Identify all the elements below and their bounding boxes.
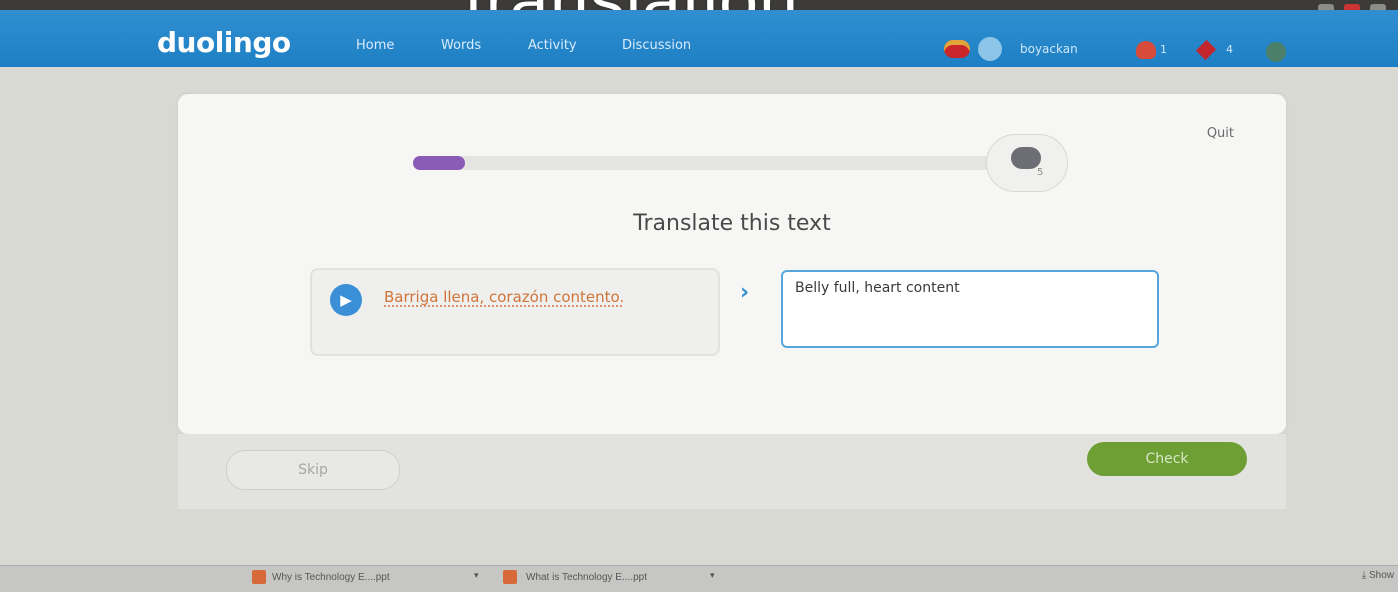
streak-flame-icon: [1136, 41, 1156, 59]
source-sentence-box: ▶ Barriga llena, corazón contento.: [310, 268, 720, 356]
duolingo-logo[interactable]: duolingo: [157, 26, 291, 59]
streak-count: 1: [1160, 43, 1167, 56]
lesson-panel: Quit 5 Translate this text ▶ Barriga lle…: [178, 94, 1286, 434]
download-item[interactable]: Why is Technology E....ppt: [272, 572, 390, 583]
chevron-down-icon[interactable]: ▾: [710, 571, 715, 581]
download-bar: Why is Technology E....ppt ▾ What is Tec…: [0, 565, 1398, 592]
progress-fill: [413, 156, 465, 170]
check-button[interactable]: Check: [1087, 442, 1247, 476]
lesson-footer: Skip Check: [178, 434, 1286, 509]
ppt-file-icon: [252, 570, 266, 584]
nav-activity[interactable]: Activity: [528, 38, 577, 53]
chevron-right-icon: ›: [740, 280, 750, 305]
translation-input[interactable]: Belly full, heart content: [781, 270, 1159, 348]
source-sentence[interactable]: Barriga llena, corazón contento.: [384, 288, 624, 306]
nav-discussion[interactable]: Discussion: [622, 38, 691, 53]
lingot-gem-icon: [1195, 39, 1217, 61]
avatar[interactable]: [978, 37, 1002, 61]
notification-bell-icon[interactable]: [1266, 42, 1286, 62]
prompt-heading: Translate this text: [633, 211, 831, 236]
download-item[interactable]: What is Technology E....ppt: [526, 572, 647, 583]
chevron-down-icon[interactable]: ▾: [474, 571, 479, 581]
spanish-flag-icon[interactable]: [944, 40, 970, 58]
app-header: duolingo Home Words Activity Discussion …: [0, 10, 1398, 67]
quit-link[interactable]: Quit: [1207, 126, 1234, 141]
show-all-downloads-link[interactable]: ⤓ Show: [1362, 570, 1394, 581]
trophy-icon: [1011, 147, 1041, 169]
skip-button[interactable]: Skip: [226, 450, 400, 490]
trophy-number: 5: [1037, 167, 1044, 178]
ppt-file-icon: [503, 570, 517, 584]
gem-count: 4: [1226, 43, 1233, 56]
download-icon: ⤓: [1361, 570, 1367, 581]
nav-home[interactable]: Home: [356, 38, 394, 53]
nav-words[interactable]: Words: [441, 38, 481, 53]
show-all-label: Show: [1368, 570, 1394, 581]
username-label[interactable]: boyackan: [1020, 42, 1078, 56]
progress-goal: 5: [986, 134, 1068, 192]
speaker-icon[interactable]: ▶: [330, 284, 362, 316]
lesson-progress-bar: [413, 156, 993, 170]
